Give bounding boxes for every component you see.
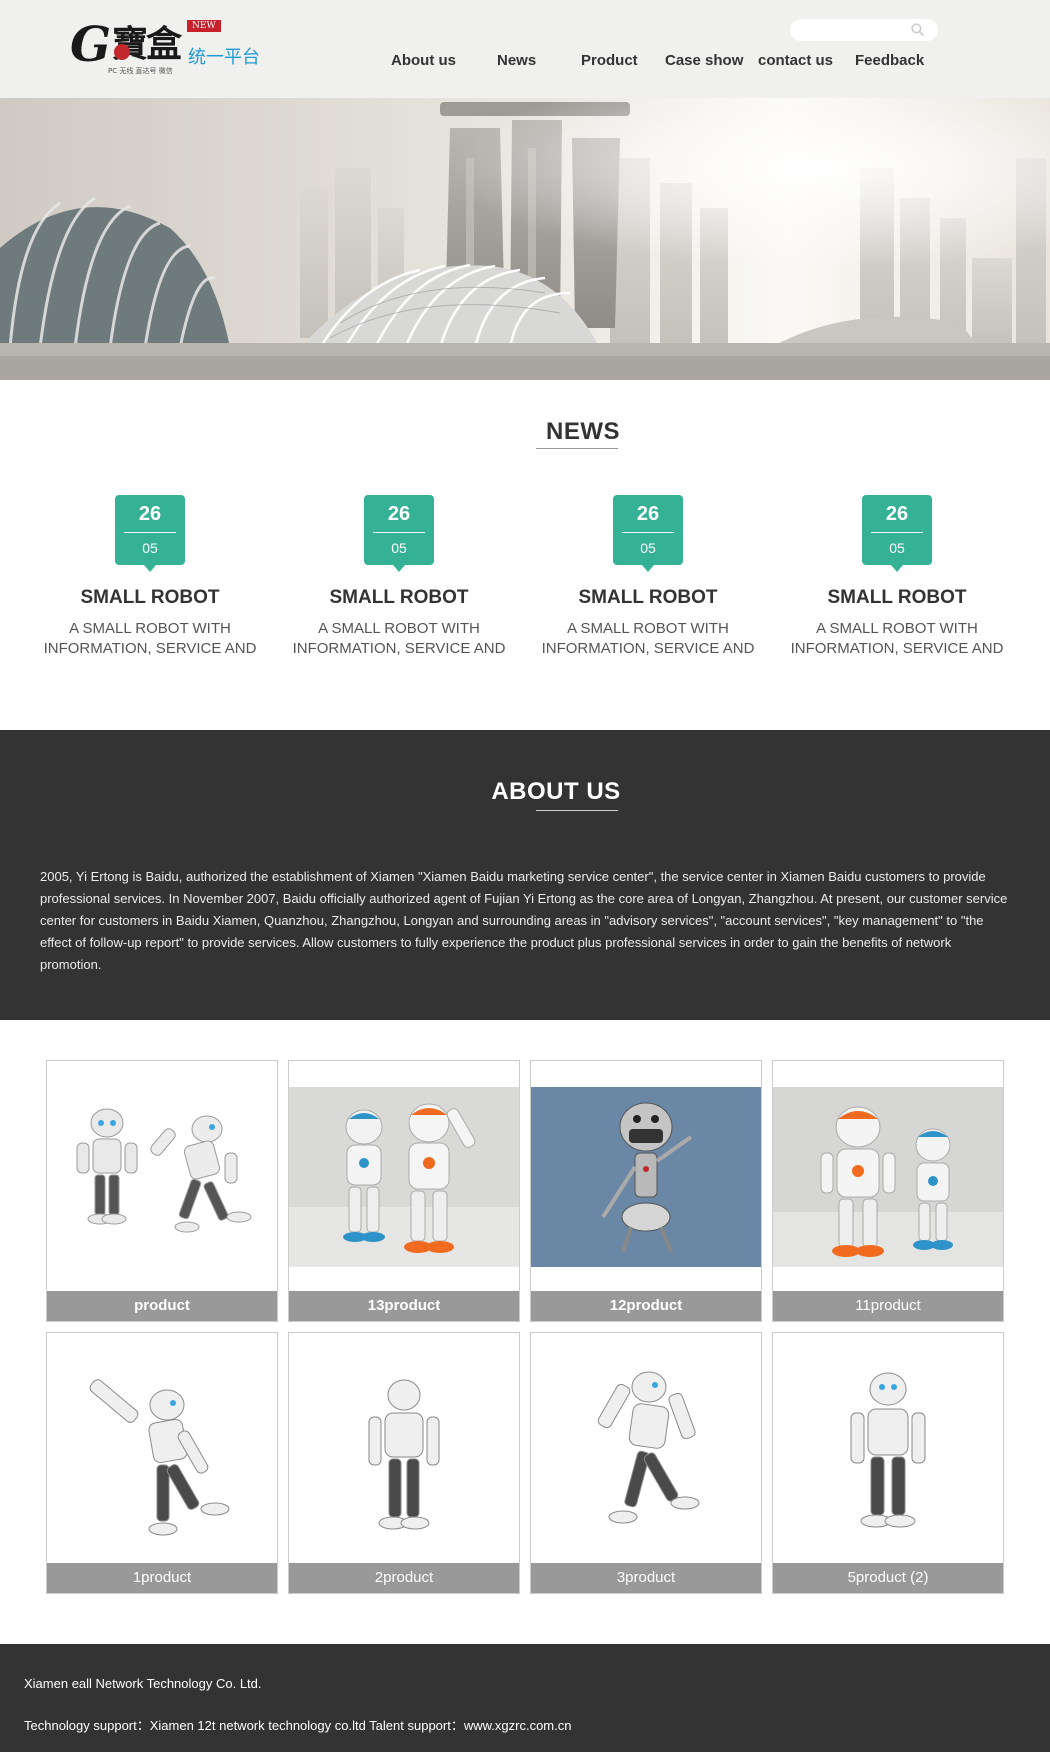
nav-contact-us[interactable]: contact us	[758, 52, 833, 69]
product-card[interactable]: 12product	[530, 1060, 762, 1322]
nav-about-us[interactable]: About us	[391, 52, 456, 69]
product-label[interactable]: 1product	[47, 1563, 277, 1593]
search-input[interactable]	[802, 19, 912, 41]
news-description: A SMALL ROBOT WITH INFORMATION, SERVICE …	[541, 620, 755, 657]
product-label[interactable]: 13product	[289, 1291, 519, 1321]
news-date-pointer	[393, 565, 405, 572]
product-label[interactable]: 11product	[773, 1291, 1003, 1321]
product-image	[289, 1333, 519, 1565]
product-image	[47, 1333, 277, 1565]
footer-support: Technology support：Xiamen 12t network te…	[24, 1718, 572, 1733]
news-section-title: NEWS	[546, 418, 620, 445]
news-item[interactable]: 26 05 SMALL ROBOT A SMALL ROBOT WITH INF…	[284, 495, 514, 665]
news-date-pointer	[891, 565, 903, 572]
news-month: 05	[889, 540, 905, 556]
news-day: 26	[387, 503, 411, 525]
news-description: A SMALL ROBOT WITH INFORMATION, SERVICE …	[43, 620, 257, 657]
news-headline[interactable]: SMALL ROBOT	[533, 587, 763, 609]
product-card[interactable]: 1product	[46, 1332, 278, 1594]
product-image	[531, 1087, 761, 1267]
news-item[interactable]: 26 05 SMALL ROBOT A SMALL ROBOT WITH INF…	[35, 495, 265, 665]
news-date-divider	[124, 532, 176, 533]
news-month: 05	[142, 540, 158, 556]
news-month: 05	[391, 540, 407, 556]
news-headline[interactable]: SMALL ROBOT	[782, 587, 1012, 609]
news-day: 26	[885, 503, 909, 525]
news-item[interactable]: 26 05 SMALL ROBOT A SMALL ROBOT WITH INF…	[533, 495, 763, 665]
product-label[interactable]: 2product	[289, 1563, 519, 1593]
nav-news[interactable]: News	[497, 52, 536, 69]
nav-feedback[interactable]: Feedback	[855, 52, 924, 69]
product-card[interactable]: 3product	[530, 1332, 762, 1594]
news-item[interactable]: 26 05 SMALL ROBOT A SMALL ROBOT WITH INF…	[782, 495, 1012, 665]
product-label[interactable]: 5product (2)	[773, 1563, 1003, 1593]
news-date-divider	[622, 532, 674, 533]
news-date-divider	[871, 532, 923, 533]
main-nav: About us News Product Case show contact …	[0, 52, 1050, 76]
product-card[interactable]: 2product	[288, 1332, 520, 1594]
product-image	[773, 1087, 1003, 1267]
logo-new-badge: NEW	[187, 20, 221, 32]
news-headline[interactable]: SMALL ROBOT	[35, 587, 265, 609]
nav-case-show[interactable]: Case show	[665, 52, 743, 69]
nav-product[interactable]: Product	[581, 52, 638, 69]
about-section-title: ABOUT US	[491, 778, 621, 805]
news-date-badge: 26 05	[613, 495, 683, 572]
about-title-underline	[536, 810, 618, 811]
news-month: 05	[640, 540, 656, 556]
product-card[interactable]: 5product (2)	[772, 1332, 1004, 1594]
product-image	[47, 1087, 277, 1267]
news-description: A SMALL ROBOT WITH INFORMATION, SERVICE …	[790, 620, 1004, 657]
product-label[interactable]: 12product	[531, 1291, 761, 1321]
site-footer: Xiamen eall Network Technology Co. Ltd. …	[0, 1644, 1050, 1752]
site-header: G 寶盒 NEW 统一平台 PC 无线 直达号 微信 About us News…	[0, 0, 1050, 98]
search-box	[790, 19, 938, 41]
product-label[interactable]: 3product	[531, 1563, 761, 1593]
product-card[interactable]: product	[46, 1060, 278, 1322]
news-date-divider	[373, 532, 425, 533]
product-image	[773, 1333, 1003, 1565]
news-date-badge: 26 05	[364, 495, 434, 572]
product-card[interactable]: 13product	[288, 1060, 520, 1322]
news-date-pointer	[144, 565, 156, 572]
news-headline[interactable]: SMALL ROBOT	[284, 587, 514, 609]
about-text: 2005, Yi Ertong is Baidu, authorized the…	[40, 869, 1008, 972]
news-title-underline	[536, 448, 618, 449]
product-image	[531, 1333, 761, 1565]
hero-banner	[0, 98, 1050, 380]
news-day: 26	[138, 503, 162, 525]
news-date-badge: 26 05	[115, 495, 185, 572]
news-description: A SMALL ROBOT WITH INFORMATION, SERVICE …	[292, 620, 506, 657]
product-label[interactable]: product	[47, 1291, 277, 1321]
news-day: 26	[636, 503, 660, 525]
news-date-pointer	[642, 565, 654, 572]
about-section: ABOUT US 2005, Yi Ertong is Baidu, autho…	[0, 730, 1050, 1020]
hero-cityscape-image	[0, 98, 1050, 380]
footer-company: Xiamen eall Network Technology Co. Ltd.	[24, 1676, 262, 1691]
product-card[interactable]: 11product	[772, 1060, 1004, 1322]
news-date-badge: 26 05	[862, 495, 932, 572]
search-icon[interactable]	[911, 23, 924, 36]
product-image	[289, 1087, 519, 1267]
